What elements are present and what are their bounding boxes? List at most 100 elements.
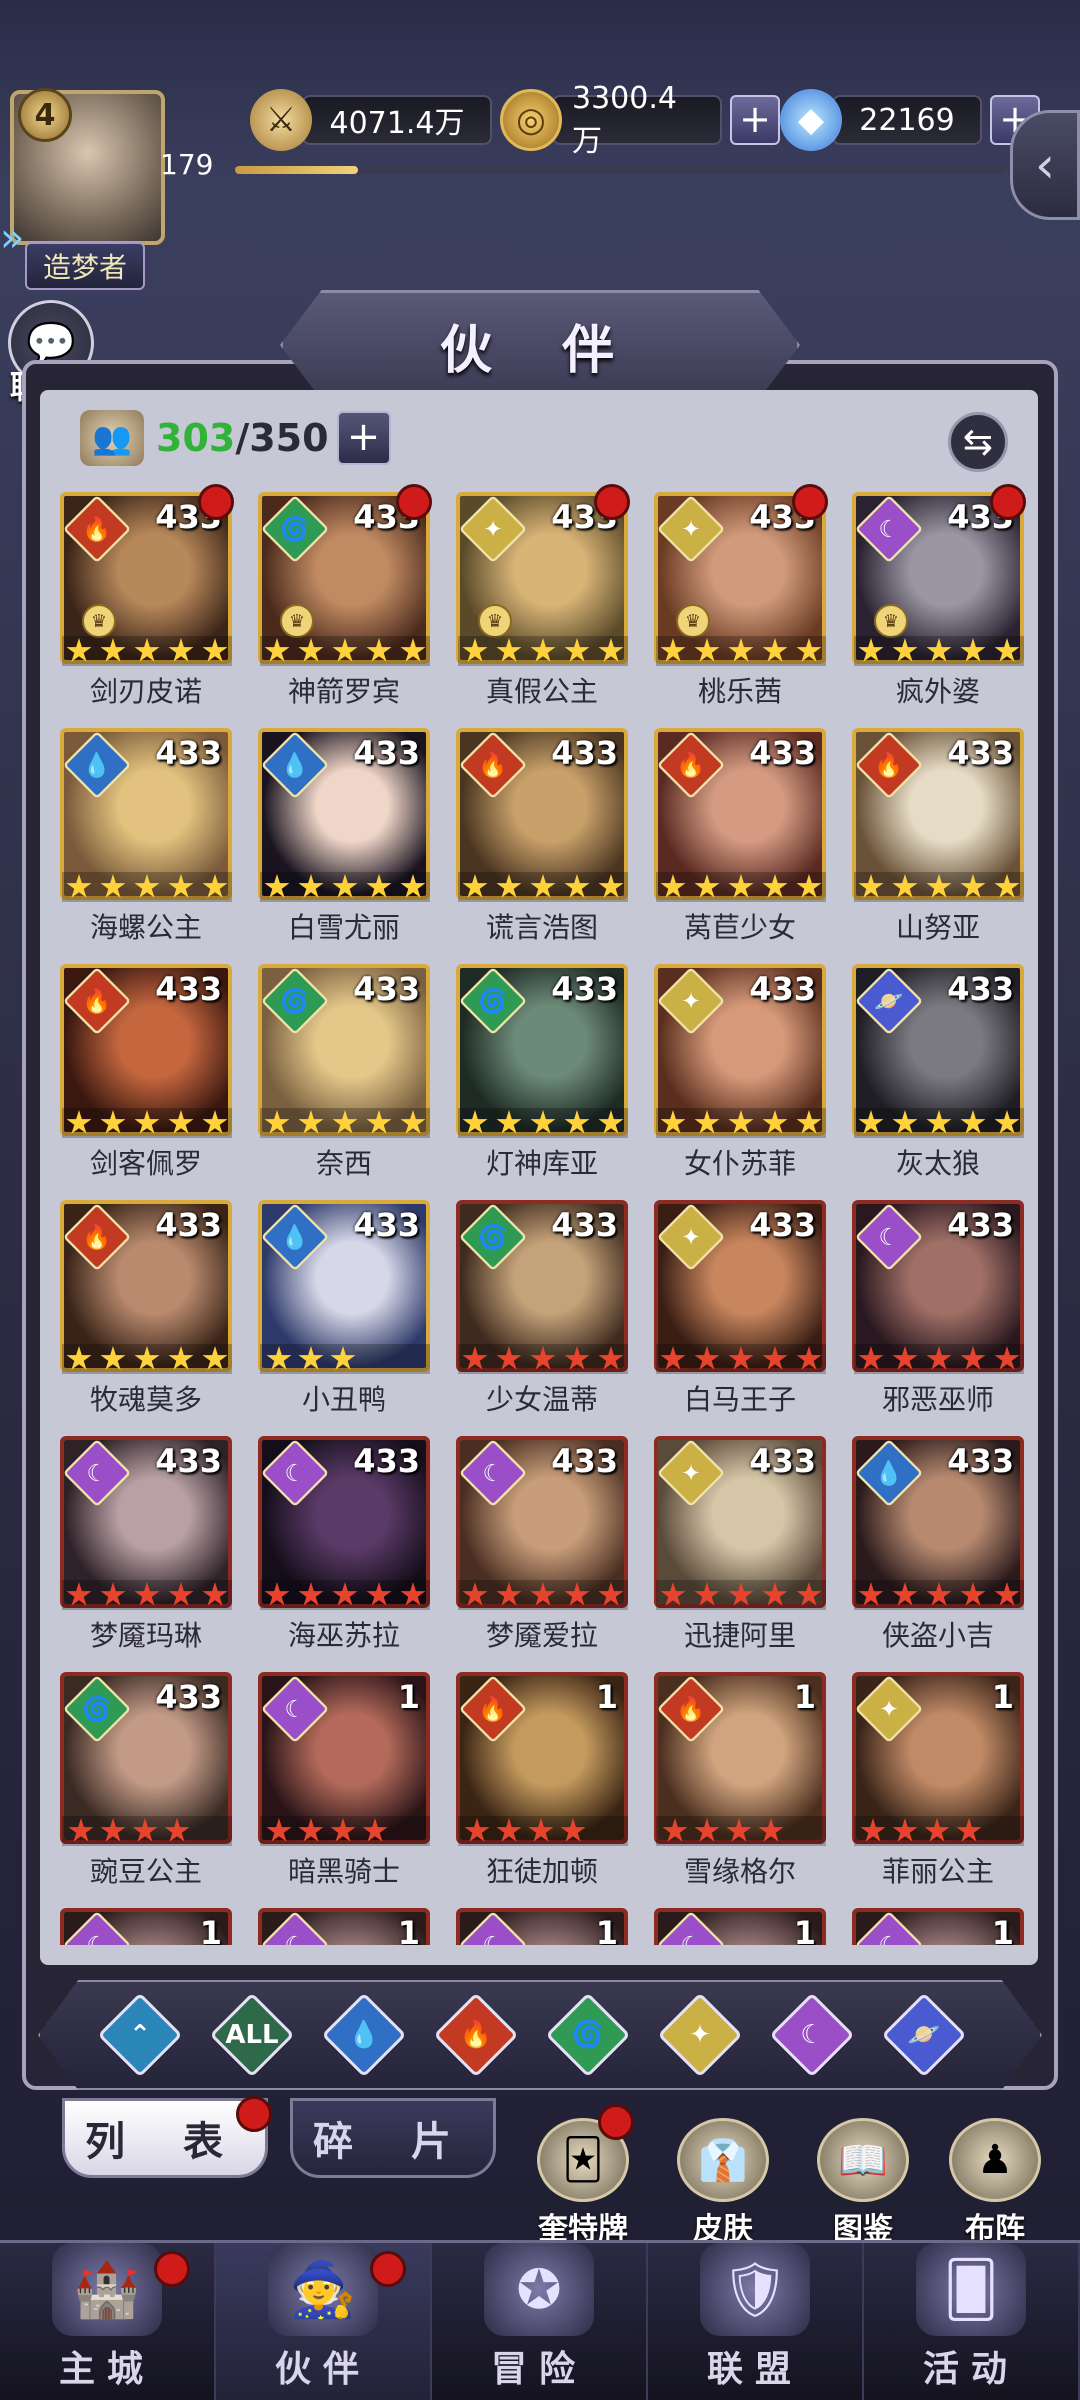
partner-card[interactable]: 🪐 433 灰太狼	[840, 952, 1024, 1182]
star-icon	[100, 638, 126, 662]
partner-card[interactable]: 💧 433 海螺公主	[48, 716, 232, 946]
star-icon	[796, 874, 822, 898]
gold-value: 3300.4万	[552, 81, 722, 159]
partner-name: 女仆苏菲	[683, 1147, 796, 1180]
partner-card[interactable]: 🔥 433 剑客佩罗	[48, 952, 232, 1182]
partner-card[interactable]: 🔥 433 ♛ 剑刃皮诺	[48, 480, 234, 710]
water-icon: 💧	[347, 2020, 381, 2050]
partner-card[interactable]: ☾ 433 梦魇玛琳	[48, 1424, 232, 1654]
partner-card[interactable]: ☾ 1	[48, 1896, 232, 1945]
feature-skin-button[interactable]: 👔 皮肤	[668, 2118, 778, 2247]
filter-fire-button[interactable]: 🔥	[433, 1992, 519, 2078]
partner-level: 433	[353, 734, 420, 772]
partner-level: 433	[551, 1206, 618, 1244]
star-icon	[366, 1110, 392, 1134]
star-icon	[462, 874, 488, 898]
partner-card[interactable]: ✦ 433 女仆苏菲	[642, 952, 826, 1182]
filter-basic-button[interactable]: ⌃	[97, 1992, 183, 2078]
partner-portrait[interactable]: ☾ 1	[60, 1908, 232, 1945]
partner-card[interactable]: 🌀 433 灯神库亚	[444, 952, 628, 1182]
partner-card[interactable]: ☾ 433 邪恶巫师	[840, 1188, 1024, 1418]
partner-card[interactable]: ☾ 1	[246, 1896, 430, 1945]
nav-alliance[interactable]: 🛡 联盟	[648, 2243, 864, 2400]
feature-formation-button[interactable]: ♟ 布阵	[940, 2118, 1050, 2247]
star-icon	[68, 1818, 94, 1842]
star-rating	[458, 1816, 628, 1846]
partner-card[interactable]: ☾ 433 海巫苏拉	[246, 1424, 430, 1654]
star-rating	[458, 1344, 628, 1374]
partner-card[interactable]: 💧 433 侠盗小吉	[840, 1424, 1024, 1654]
partner-card[interactable]: ☾ 1	[642, 1896, 826, 1945]
wind-icon: 🌀	[571, 2020, 605, 2050]
partner-card[interactable]: 💧 433 白雪尤丽	[246, 716, 430, 946]
partner-card[interactable]: 💧 433 小丑鸭	[246, 1188, 430, 1418]
star-icon	[858, 638, 884, 662]
star-icon	[598, 1582, 624, 1606]
partner-card[interactable]: ✦ 1 菲丽公主	[840, 1660, 1024, 1890]
partner-card[interactable]: ☾ 1	[444, 1896, 628, 1945]
partner-card[interactable]: 🌀 433 少女温蒂	[444, 1188, 628, 1418]
partner-card[interactable]: ✦ 433 迅捷阿里	[642, 1424, 826, 1654]
partner-level: 433	[155, 1678, 222, 1716]
nav-activity[interactable]: 🂠 活动	[864, 2243, 1080, 2400]
partner-card[interactable]: ✦ 433 ♛ 真假公主	[444, 480, 630, 710]
star-icon	[564, 874, 590, 898]
nav-partner[interactable]: 🧙 伙伴	[216, 2243, 432, 2400]
filter-water-button[interactable]: 💧	[321, 1992, 407, 2078]
partner-card[interactable]: ☾ 433 ♛ 疯外婆	[840, 480, 1026, 710]
player-title[interactable]: 造梦者	[25, 242, 145, 290]
star-icon	[994, 1346, 1020, 1370]
star-rating	[656, 1580, 826, 1610]
partner-card[interactable]: ☾ 433 梦魇爱拉	[444, 1424, 628, 1654]
star-icon	[168, 638, 194, 662]
partner-card[interactable]: ✦ 433 白马王子	[642, 1188, 826, 1418]
crown-icon: ♛	[280, 604, 314, 638]
chevron-left-icon: ‹	[1035, 136, 1055, 194]
partner-portrait[interactable]: ☾ 1	[852, 1908, 1024, 1945]
star-icon	[926, 1346, 952, 1370]
star-icon	[132, 1818, 158, 1842]
partner-card[interactable]: 🔥 433 山努亚	[840, 716, 1024, 946]
add-gold-button[interactable]: +	[730, 95, 780, 145]
partner-card[interactable]: 🔥 433 谎言浩图	[444, 716, 628, 946]
partner-portrait[interactable]: ☾ 1	[456, 1908, 628, 1945]
partner-card[interactable]: 🌀 433 豌豆公主	[48, 1660, 232, 1890]
star-icon	[298, 1582, 324, 1606]
partner-card[interactable]: 🔥 1 雪缘格尔	[642, 1660, 826, 1890]
partner-card[interactable]: 🌀 433 ♛ 神箭罗宾	[246, 480, 432, 710]
partner-level: 433	[749, 734, 816, 772]
sort-button[interactable]: ⇆	[948, 412, 1008, 472]
nav-city[interactable]: 🏰 主城	[0, 2243, 216, 2400]
star-icon	[560, 1818, 586, 1842]
star-icon	[926, 1110, 952, 1134]
filter-space-button[interactable]: 🪐	[881, 1992, 967, 2078]
star-icon	[858, 874, 884, 898]
partner-card[interactable]: 🔥 433 莴苣少女	[642, 716, 826, 946]
partner-icon: 🧙	[268, 2243, 378, 2336]
partner-card[interactable]: ✦ 433 ♛ 桃乐茜	[642, 480, 828, 710]
partner-card[interactable]: ☾ 1 暗黑骑士	[246, 1660, 430, 1890]
star-icon	[298, 874, 324, 898]
partner-card[interactable]: 🔥 1 狂徒加顿	[444, 1660, 628, 1890]
star-icon	[956, 1818, 982, 1842]
nav-adventure[interactable]: ✪ 冒险	[432, 2243, 648, 2400]
tab-fragments[interactable]: 碎 片	[290, 2098, 496, 2178]
partner-card[interactable]: 🌀 433 奈西	[246, 952, 430, 1182]
basic-icon: ⌃	[129, 2020, 151, 2050]
star-icon	[462, 1346, 488, 1370]
partner-portrait[interactable]: ☾ 1	[258, 1908, 430, 1945]
partner-card[interactable]: 🔥 433 牧魂莫多	[48, 1188, 232, 1418]
partner-card[interactable]: ☾ 1	[840, 1896, 1024, 1945]
expand-capacity-button[interactable]: +	[336, 411, 391, 465]
collapse-tab-button[interactable]: ‹	[1010, 110, 1080, 220]
partner-portrait[interactable]: ☾ 1	[654, 1908, 826, 1945]
partner-level: 433	[947, 1206, 1014, 1244]
star-icon	[660, 874, 686, 898]
filter-wind-button[interactable]: 🌀	[545, 1992, 631, 2078]
star-icon	[960, 638, 986, 662]
filter-light-button[interactable]: ✦	[657, 1992, 743, 2078]
star-icon	[924, 1818, 950, 1842]
filter-all-button[interactable]: ALL	[209, 1992, 295, 2078]
feature-codex-button[interactable]: 📖 图鉴	[808, 2118, 918, 2247]
filter-dark-button[interactable]: ☾	[769, 1992, 855, 2078]
